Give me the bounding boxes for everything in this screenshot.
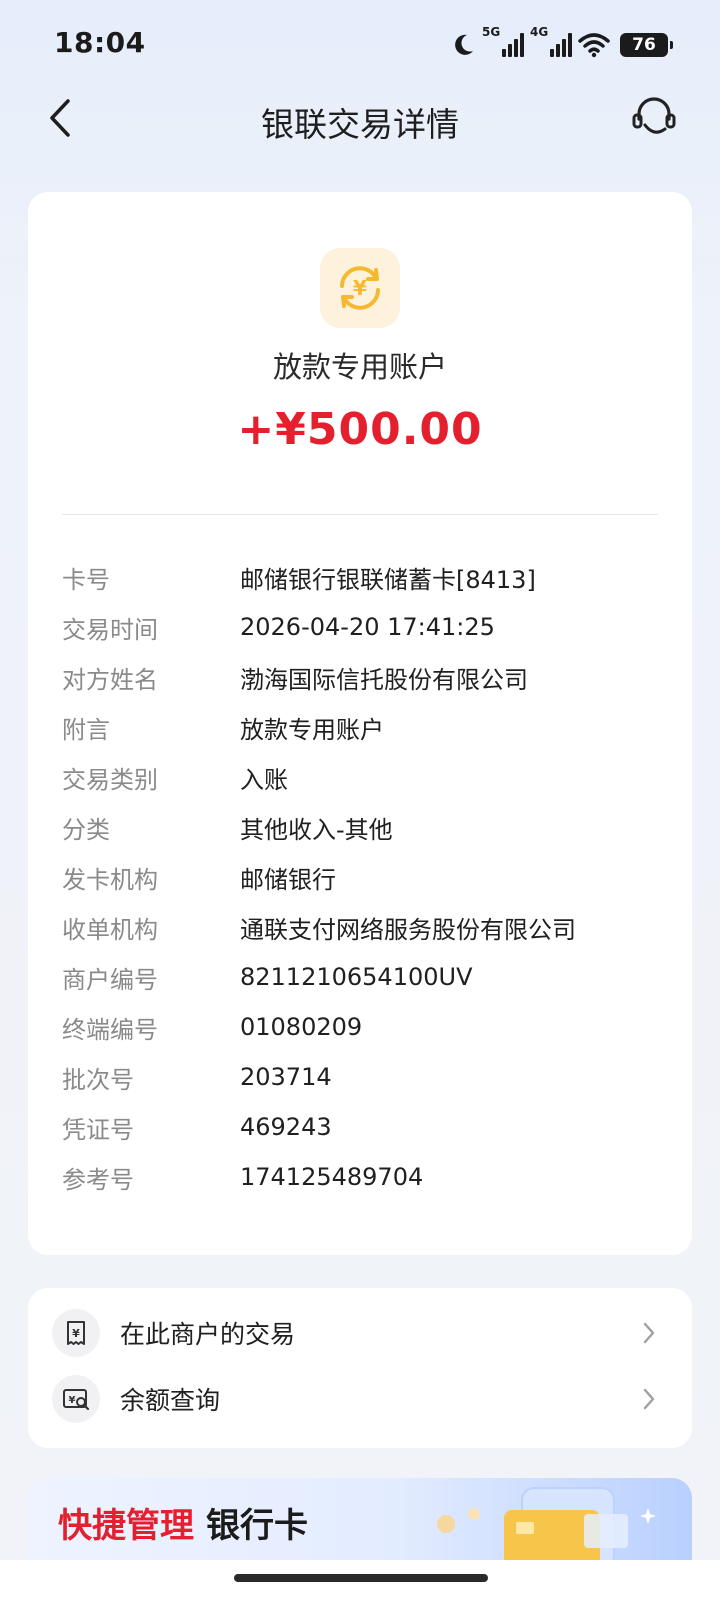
row-value: 469243 — [240, 1113, 332, 1141]
payee-title: 放款专用账户 — [272, 350, 447, 384]
detail-row-card-number: 卡号 邮储银行银联储蓄卡[8413] — [62, 552, 672, 602]
bank-card-illustration-icon — [437, 1487, 656, 1560]
customer-service-button[interactable] — [626, 92, 682, 144]
detail-row-reference-number: 参考号 174125489704 — [62, 1152, 672, 1202]
battery-indicator: 76 — [620, 33, 673, 57]
detail-row-merchant-id: 商户编号 8211210654100UV — [62, 952, 672, 1002]
actions-card: ¥ 在此商户的交易 ¥ 余额查询 — [28, 1288, 692, 1448]
home-indicator[interactable] — [234, 1574, 488, 1582]
page-title: 银联交易详情 — [261, 105, 459, 144]
detail-row-counterparty: 对方姓名 渤海国际信托股份有限公司 — [62, 652, 672, 702]
svg-text:¥: ¥ — [69, 1395, 76, 1406]
svg-text:¥: ¥ — [72, 1327, 80, 1340]
row-value: 203714 — [240, 1063, 332, 1091]
chevron-right-icon — [640, 1319, 658, 1347]
row-label: 收单机构 — [62, 915, 158, 944]
row-label: 凭证号 — [62, 1115, 134, 1144]
row-value: 8211210654100UV — [240, 963, 473, 991]
row-value: 通联支付网络服务股份有限公司 — [240, 915, 576, 944]
detail-row-transaction-type: 交易类别 入账 — [62, 752, 672, 802]
detail-row-remark: 附言 放款专用账户 — [62, 702, 672, 752]
row-value: 邮储银行 — [240, 865, 336, 894]
receipt-icon: ¥ — [52, 1309, 100, 1357]
row-label: 交易类别 — [62, 765, 158, 794]
row-label: 交易时间 — [62, 615, 158, 644]
row-label: 附言 — [62, 715, 110, 744]
merchant-transactions-item[interactable]: ¥ 在此商户的交易 — [28, 1300, 692, 1366]
cellular-signal-5g-icon: 5G — [482, 25, 524, 57]
row-label: 参考号 — [62, 1165, 134, 1194]
banner-accent-text: 快捷管理 — [58, 1506, 194, 1546]
row-label: 对方姓名 — [62, 665, 158, 694]
row-label: 发卡机构 — [62, 865, 158, 894]
transaction-detail-card: ¥ 放款专用账户 +¥500.00 卡号 邮储银行银联储蓄卡[8413] 交易时… — [28, 192, 692, 1255]
yuan-exchange-icon: ¥ — [340, 266, 380, 310]
row-value: 01080209 — [240, 1013, 363, 1041]
detail-row-terminal-id: 终端编号 01080209 — [62, 1002, 672, 1052]
bank-card-promo-banner[interactable]: 快捷管理 银行卡 — [28, 1478, 692, 1560]
detail-row-acquirer: 收单机构 通联支付网络服务股份有限公司 — [62, 902, 672, 952]
home-bar — [0, 1560, 720, 1600]
row-value: 渤海国际信托股份有限公司 — [240, 665, 528, 694]
balance-inquiry-item[interactable]: ¥ 余额查询 — [28, 1366, 692, 1432]
row-label: 批次号 — [62, 1065, 134, 1094]
row-label: 终端编号 — [62, 1015, 158, 1044]
wifi-icon — [578, 33, 610, 58]
merchant-icon: ¥ — [320, 248, 400, 328]
banner-title: 快捷管理 银行卡 — [58, 1498, 308, 1547]
row-value: 其他收入-其他 — [240, 815, 393, 844]
row-value: 放款专用账户 — [240, 715, 384, 744]
row-value: 入账 — [240, 765, 288, 794]
detail-rows: 卡号 邮储银行银联储蓄卡[8413] 交易时间 2026-04-20 17:41… — [62, 552, 672, 1202]
row-label: 卡号 — [62, 565, 110, 594]
status-time: 18:04 — [54, 26, 146, 59]
transaction-amount: +¥500.00 — [237, 404, 483, 455]
row-value: 2026-04-20 17:41:25 — [240, 613, 495, 641]
moon-icon — [455, 34, 473, 55]
balance-search-icon: ¥ — [52, 1375, 100, 1423]
action-label: 余额查询 — [120, 1386, 221, 1415]
divider — [62, 514, 658, 515]
banner-main-text: 银行卡 — [206, 1506, 308, 1546]
detail-row-issuer: 发卡机构 邮储银行 — [62, 852, 672, 902]
row-label: 商户编号 — [62, 965, 158, 994]
detail-row-voucher-number: 凭证号 469243 — [62, 1102, 672, 1152]
nav-bar: 银联交易详情 — [0, 88, 720, 148]
status-icons: 5G 4G 76 — [450, 25, 673, 62]
svg-text:¥: ¥ — [353, 276, 367, 300]
cellular-signal-4g-icon: 4G — [530, 25, 572, 57]
chevron-right-icon — [640, 1385, 658, 1413]
row-value: 174125489704 — [240, 1163, 424, 1191]
status-bar: 18:04 5G 4G 76 — [0, 0, 720, 92]
detail-row-batch-number: 批次号 203714 — [62, 1052, 672, 1102]
row-label: 分类 — [62, 815, 110, 844]
customer-service-headset-icon — [632, 97, 676, 134]
row-value: 邮储银行银联储蓄卡[8413] — [240, 565, 536, 594]
action-label: 在此商户的交易 — [120, 1320, 296, 1349]
detail-row-transaction-time: 交易时间 2026-04-20 17:41:25 — [62, 602, 672, 652]
detail-row-category: 分类 其他收入-其他 — [62, 802, 672, 852]
